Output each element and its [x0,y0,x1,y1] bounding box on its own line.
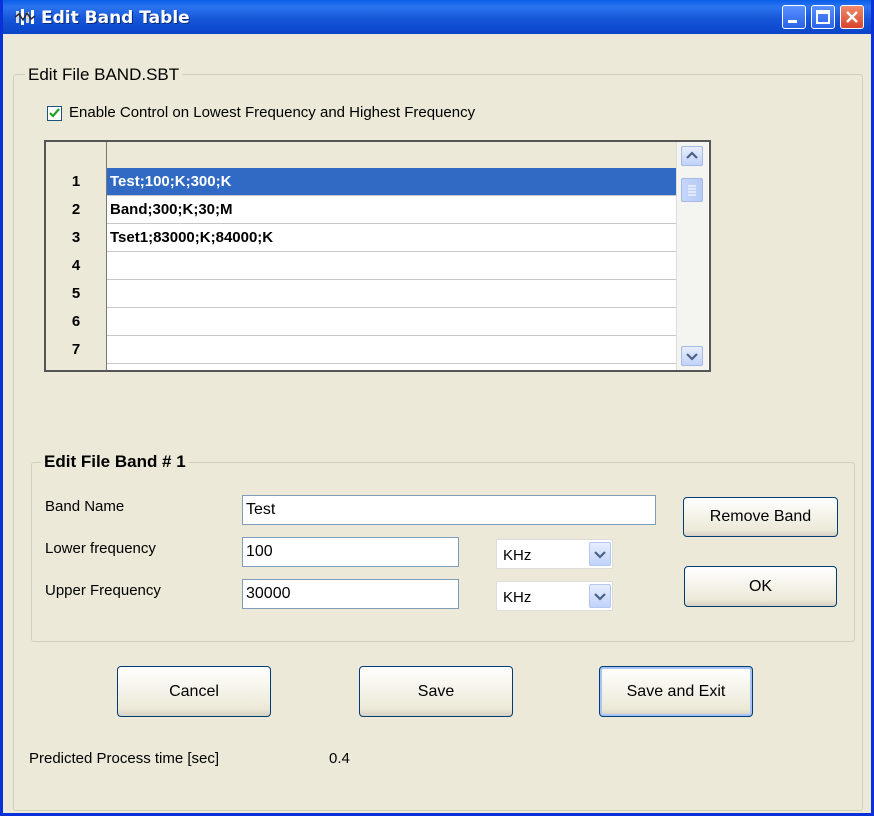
enable-control-checkbox[interactable] [47,106,62,121]
band-table-grid[interactable]: 1 Test;100;K;300;K 2 Band;300;K;30;M 3 T… [44,140,711,372]
chevron-down-icon [594,551,606,559]
band-table-app-icon [14,8,36,26]
edit-band-table-window: Edit Band Table Edit File BAND.SBT Enabl… [0,0,874,816]
row-header[interactable]: 6 [46,308,107,336]
predicted-time-label: Predicted Process time [sec] [29,750,220,767]
row-header[interactable]: 3 [46,224,107,252]
arrow-up-icon [686,151,698,159]
lower-unit-dropdown-button[interactable] [589,542,611,566]
title-bar[interactable]: Edit Band Table [3,0,871,34]
minimize-button[interactable] [782,5,806,29]
dialog-client-area: Edit File BAND.SBT Enable Control on Low… [3,34,871,813]
table-cell[interactable]: Test;100;K;300;K [107,168,676,195]
cancel-button[interactable]: Cancel [117,666,271,717]
maximize-button[interactable] [811,5,835,29]
vertical-scrollbar[interactable] [676,142,708,370]
table-cell[interactable] [107,336,676,363]
table-cell[interactable]: Tset1;83000;K;84000;K [107,224,676,251]
upper-frequency-input[interactable]: 30000 [242,579,459,609]
upper-unit-dropdown-button[interactable] [589,584,611,608]
table-cell[interactable] [107,280,676,307]
edit-file-band-title: Edit File Band # 1 [41,452,189,472]
scroll-down-button[interactable] [681,346,703,366]
band-name-label: Band Name [45,498,125,515]
row-header[interactable]: 2 [46,196,107,224]
row-header-partial [46,364,107,370]
arrow-down-icon [686,353,698,361]
checkmark-icon [49,108,60,118]
table-cell[interactable] [107,308,676,335]
edit-file-group-title: Edit File BAND.SBT [25,65,183,85]
grid-corner-cell [46,142,107,168]
save-button[interactable]: Save [359,666,513,717]
window-title: Edit Band Table [41,8,190,28]
row-header[interactable]: 4 [46,252,107,280]
table-cell[interactable]: Band;300;K;30;M [107,196,676,223]
upper-unit-value: KHz [503,589,532,606]
row-header[interactable]: 7 [46,336,107,364]
band-name-input[interactable]: Test [242,495,656,525]
table-row[interactable]: 3 Tset1;83000;K;84000;K [46,224,676,252]
upper-frequency-label: Upper Frequency [45,582,161,599]
table-row[interactable]: 7 [46,336,676,364]
row-header[interactable]: 1 [46,168,107,196]
scroll-up-button[interactable] [681,146,703,166]
row-header[interactable]: 5 [46,280,107,308]
lower-unit-select[interactable]: KHz [496,539,613,569]
ok-button[interactable]: OK [684,566,837,607]
lower-frequency-label: Lower frequency [45,540,156,557]
enable-control-label: Enable Control on Lowest Frequency and H… [69,104,476,121]
remove-band-button[interactable]: Remove Band [683,497,838,537]
table-row[interactable]: 1 Test;100;K;300;K [46,168,676,196]
table-row[interactable]: 6 [46,308,676,336]
table-row[interactable]: 2 Band;300;K;30;M [46,196,676,224]
table-row[interactable]: 4 [46,252,676,280]
scroll-thumb[interactable] [681,178,703,202]
table-row-partial [46,364,676,370]
lower-unit-value: KHz [503,547,532,564]
table-row[interactable]: 5 [46,280,676,308]
close-button[interactable] [840,5,864,29]
save-and-exit-button[interactable]: Save and Exit [599,666,753,717]
upper-unit-select[interactable]: KHz [496,581,613,611]
chevron-down-icon [594,593,606,601]
grid-header-row [46,142,676,169]
lower-frequency-input[interactable]: 100 [242,537,459,567]
predicted-time-value: 0.4 [329,750,350,767]
table-cell[interactable] [107,252,676,279]
